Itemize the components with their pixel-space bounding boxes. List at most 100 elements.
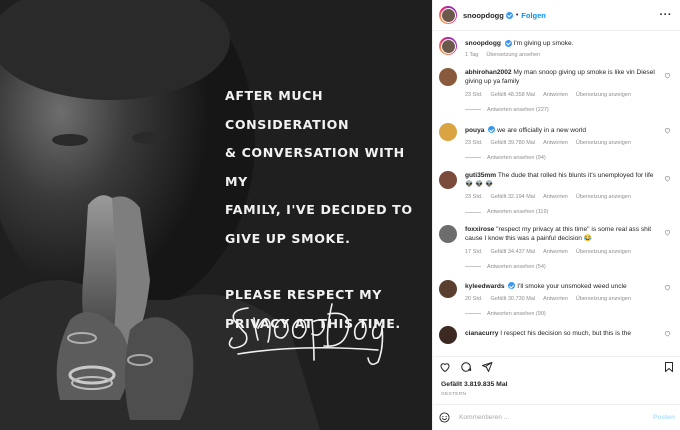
heart-icon[interactable] [439, 361, 451, 373]
comment-like-heart-icon[interactable] [664, 330, 671, 337]
view-replies-label: Antworten ansehen (119) [487, 209, 549, 216]
comment-icon[interactable] [460, 361, 472, 373]
post-image[interactable]: AFTER MUCH CONSIDERATION & CONVERSATION … [0, 0, 432, 430]
comment-likes[interactable]: Gefällt 34.437 Mal [490, 249, 535, 255]
translate-link[interactable]: Übersetzung anzeigen [576, 194, 631, 200]
separator-dot: • [515, 11, 519, 19]
comment-username[interactable]: abhirohan2002 [465, 69, 512, 76]
comment-text: pouya we are officially in a new world [465, 126, 661, 135]
avatar[interactable] [439, 225, 457, 244]
translate-link[interactable]: Übersetzung anzeigen [576, 140, 631, 146]
comment-message: I'll smoke your unsmoked weed uncle [517, 282, 627, 290]
bookmark-icon[interactable] [663, 361, 675, 373]
view-replies-label: Antworten ansehen (54) [487, 263, 546, 270]
post-comment-button[interactable]: Posten [653, 414, 675, 421]
image-text-line: AFTER MUCH CONSIDERATION [225, 88, 350, 132]
comment-row: kyleedwards I'll smoke your unsmoked wee… [433, 279, 680, 317]
signature-image [228, 303, 384, 366]
verified-badge-icon [488, 126, 496, 134]
caption-meta: 1 Tag Übersetzung ansehen [465, 52, 661, 58]
view-replies-button[interactable]: Antworten ansehen (90) [465, 311, 661, 317]
comment-row: guti35mm The dude that rolled his blunts… [433, 170, 680, 215]
avatar[interactable] [439, 170, 457, 189]
translate-link[interactable]: Übersetzung anzeigen [576, 92, 631, 98]
emoji-icon[interactable] [439, 412, 450, 423]
like-count[interactable]: Gefällt 3.819.835 Mal [441, 381, 508, 388]
comment-message: I respect his decision so much, but this… [500, 329, 632, 337]
comment-likes[interactable]: Gefällt 48.358 Mal [490, 92, 535, 98]
reply-button[interactable]: Antworten [543, 140, 568, 146]
image-text-line: GIVE UP SMOKE. [225, 230, 351, 246]
comment-like-heart-icon[interactable] [664, 284, 671, 291]
comment-row: foxxirose "respect my privacy at this ti… [433, 225, 680, 270]
caption-time[interactable]: 1 Tag [465, 52, 478, 58]
comment-likes[interactable]: Gefällt 30.730 Mal [490, 296, 535, 302]
comment-time[interactable]: 20 Std. [465, 296, 482, 302]
image-text-line: & CONVERSATION WITH MY [225, 145, 405, 189]
comment-likes[interactable]: Gefällt 32.194 Mal [490, 194, 535, 200]
comment-like-heart-icon[interactable] [664, 127, 671, 134]
instagram-post-modal: AFTER MUCH CONSIDERATION & CONVERSATION … [0, 0, 680, 430]
comment-username[interactable]: kyleedwards [465, 283, 505, 290]
follow-button[interactable]: Folgen [521, 11, 546, 20]
caption-text: snoopdogg I'm giving up smoke. [465, 39, 661, 48]
comment-likes[interactable]: Gefällt 39.780 Mal [490, 140, 535, 146]
translate-link[interactable]: Übersetzung anzeigen [576, 296, 631, 302]
comment-like-heart-icon[interactable] [664, 72, 671, 79]
comment-text: abhirohan2002 My man snoop giving up smo… [465, 68, 661, 86]
comment-time[interactable]: 23 Std. [465, 92, 482, 98]
comment-text: foxxirose "respect my privacy at this ti… [465, 225, 661, 243]
comment-text: guti35mm The dude that rolled his blunts… [465, 171, 661, 189]
avatar[interactable] [439, 68, 457, 87]
comment-input[interactable] [459, 414, 654, 421]
view-replies-button[interactable]: Antworten ansehen (227) [465, 107, 661, 113]
view-replies-button[interactable]: Antworten ansehen (54) [465, 264, 661, 270]
reply-button[interactable]: Antworten [543, 92, 568, 98]
avatar[interactable] [439, 279, 457, 298]
verified-badge-icon [508, 282, 516, 290]
comment-meta: 23 Std. Gefällt 39.780 Mal Antworten Übe… [465, 140, 661, 146]
comment-like-heart-icon[interactable] [664, 229, 671, 236]
comment-username[interactable]: pouya [465, 127, 484, 134]
avatar[interactable] [439, 37, 457, 55]
comment-meta: 23 Std. Gefällt 32.194 Mal Antworten Übe… [465, 194, 661, 200]
reply-button[interactable]: Antworten [543, 296, 568, 302]
caption-translate-link[interactable]: Übersetzung ansehen [486, 52, 540, 58]
comment-message: we are officially in a new world [497, 126, 587, 134]
post-action-bar [433, 356, 680, 376]
comment-row: cianacurry I respect his decision so muc… [433, 325, 680, 344]
comment-username[interactable]: guti35mm [465, 172, 496, 179]
view-replies-label: Antworten ansehen (90) [487, 310, 546, 317]
comment-meta: 17 Std. Gefällt 34.437 Mal Antworten Übe… [465, 249, 661, 255]
avatar[interactable] [439, 325, 457, 344]
share-icon[interactable] [481, 361, 493, 373]
caption-message: I'm giving up smoke. [513, 40, 574, 47]
view-replies-button[interactable]: Antworten ansehen (119) [465, 209, 661, 215]
comment-time[interactable]: 23 Std. [465, 140, 482, 146]
post-date: GESTERN [441, 392, 467, 397]
translate-link[interactable]: Übersetzung anzeigen [576, 249, 631, 255]
view-replies-button[interactable]: Antworten ansehen (94) [465, 155, 661, 161]
verified-badge-icon [504, 39, 512, 47]
reply-button[interactable]: Antworten [543, 249, 568, 255]
comment-username[interactable]: cianacurry [465, 330, 498, 337]
comment-row: abhirohan2002 My man snoop giving up smo… [433, 68, 680, 113]
post-header: snoopdogg • Folgen ··· [433, 0, 680, 31]
author-username[interactable]: snoopdogg [463, 11, 504, 20]
comment-text: kyleedwards I'll smoke your unsmoked wee… [465, 282, 661, 291]
comment-text: cianacurry I respect his decision so muc… [465, 329, 661, 338]
reply-button[interactable]: Antworten [543, 194, 568, 200]
more-options-icon[interactable]: ··· [660, 9, 673, 21]
caption-row: snoopdogg I'm giving up smoke. 1 Tag Übe… [433, 31, 680, 58]
verified-badge-icon [505, 11, 513, 19]
avatar[interactable] [439, 6, 457, 24]
comment-time[interactable]: 23 Std. [465, 194, 482, 200]
comment-like-heart-icon[interactable] [664, 175, 671, 182]
comment-time[interactable]: 17 Std. [465, 249, 482, 255]
caption-username[interactable]: snoopdogg [465, 40, 501, 47]
avatar[interactable] [439, 122, 457, 141]
comments-list[interactable]: snoopdogg I'm giving up smoke. 1 Tag Übe… [433, 31, 680, 356]
comment-username[interactable]: foxxirose [465, 226, 494, 233]
post-side-panel: snoopdogg • Folgen ··· snoopdogg I'm giv… [432, 0, 680, 430]
comment-meta: 20 Std. Gefällt 30.730 Mal Antworten Übe… [465, 296, 661, 302]
